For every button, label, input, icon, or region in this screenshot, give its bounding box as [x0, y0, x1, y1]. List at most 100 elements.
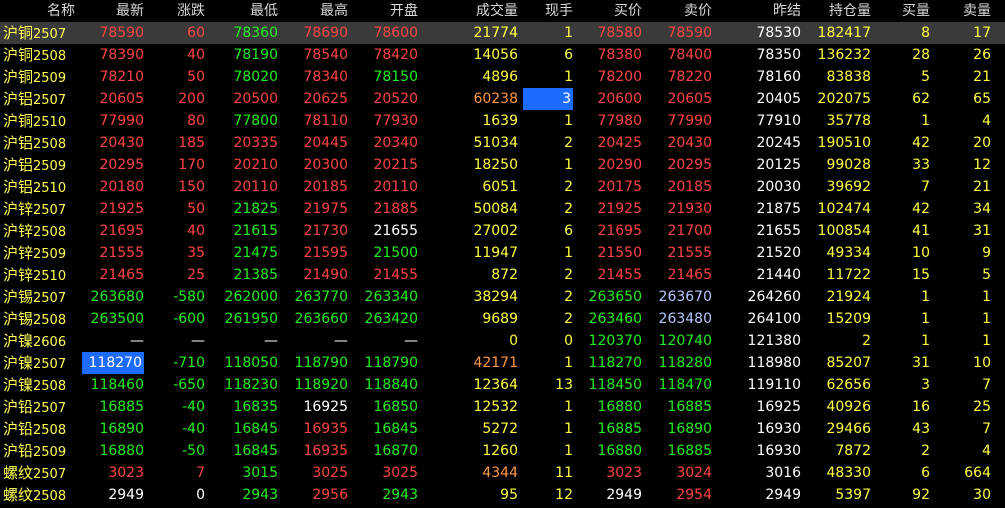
cell-bid: 77980 — [597, 113, 642, 129]
cell-bidvol: 42 — [912, 135, 930, 151]
cell-last: 16885 — [99, 399, 144, 415]
cell-change: -710 — [173, 355, 205, 371]
cell-bidvol: 43 — [912, 421, 930, 437]
cell-bidvol: 28 — [912, 47, 930, 63]
quote-row[interactable]: 沪铝2510 20180 150 20110 20185 20110 6051 2 20175 2… — [0, 176, 1005, 198]
col-ask[interactable]: 卖价 — [647, 0, 712, 22]
quote-row[interactable]: 沪锌2508 21695 40 21615 21730 21655 27002 6 21695 2… — [0, 220, 1005, 242]
instrument-name: 沪铝2508 — [3, 132, 79, 154]
quote-row[interactable]: 沪铝2509 20295 170 20210 20300 20215 18250 1 20290… — [0, 154, 1005, 176]
instrument-name: 沪铝2507 — [3, 88, 79, 110]
cell-oi: 99028 — [826, 157, 871, 173]
cell-change: 7 — [196, 465, 205, 481]
cell-high: 118790 — [294, 355, 348, 371]
quote-row[interactable]: 沪铅2509 16880 -50 16845 16935 16870 1260 1 16880 1… — [0, 440, 1005, 462]
quote-row[interactable]: 沪铅2507 16885 -40 16835 16925 16850 12532 1 16880… — [0, 396, 1005, 418]
cell-settle: 20405 — [756, 91, 801, 107]
cell-askvol: 12 — [973, 157, 991, 173]
col-open[interactable]: 开盘 — [350, 0, 418, 22]
cell-settle: 78530 — [756, 25, 801, 41]
instrument-name: 沪铜2510 — [3, 110, 79, 132]
cell-hand: 1 — [564, 113, 573, 129]
instrument-name: 螺纹2508 — [3, 484, 79, 506]
quote-row[interactable]: 沪铜2510 77990 80 77800 78110 77930 1639 1 77980 77… — [0, 110, 1005, 132]
col-name[interactable]: 名称 — [3, 0, 75, 22]
quote-row[interactable]: 螺纹2508 2949 0 2943 2956 2943 95 12 2949 2954 2949 5… — [0, 484, 1005, 506]
cell-oi: 49334 — [826, 245, 871, 261]
cell-low: 21825 — [233, 201, 278, 217]
col-settle[interactable]: 昨结 — [733, 0, 801, 22]
cell-ask: 21555 — [667, 245, 712, 261]
cell-bidvol: 1 — [921, 333, 930, 349]
col-last[interactable]: 最新 — [82, 0, 144, 22]
quote-row[interactable]: 螺纹2507 3023 7 3015 3025 3025 4344 11 3023 3024 301… — [0, 462, 1005, 484]
instrument-name: 沪铅2508 — [3, 418, 79, 440]
instrument-code: 2508 — [33, 423, 67, 438]
cell-oi: 7872 — [835, 443, 871, 459]
cell-oi: 182417 — [817, 25, 871, 41]
col-hand[interactable]: 现手 — [523, 0, 573, 22]
cell-low: 16835 — [233, 399, 278, 415]
quote-row[interactable]: 沪铜2509 78210 50 78020 78340 78150 4896 1 78200 78… — [0, 66, 1005, 88]
cell-last: 20430 — [99, 135, 144, 151]
col-bid[interactable]: 买价 — [578, 0, 642, 22]
cell-askvol: 4 — [982, 113, 991, 129]
cell-volume: 6051 — [482, 179, 518, 195]
cell-last: 21465 — [99, 267, 144, 283]
col-oi[interactable]: 持仓量 — [803, 0, 871, 22]
cell-askvol: 664 — [964, 465, 991, 481]
cell-low: 21385 — [233, 267, 278, 283]
col-volume[interactable]: 成交量 — [448, 0, 518, 22]
quote-row[interactable]: 沪铅2508 16890 -40 16845 16935 16845 5272 1 16885 1… — [0, 418, 1005, 440]
cell-open: 118840 — [364, 377, 418, 393]
instrument-cn: 沪锌 — [3, 200, 34, 218]
col-high[interactable]: 最高 — [283, 0, 348, 22]
cell-askvol: 34 — [973, 201, 991, 217]
cell-bid: 78380 — [597, 47, 642, 63]
quote-row[interactable]: 沪锡2508 263500 -600 261950 263660 263420 9689 2 2… — [0, 308, 1005, 330]
quote-row[interactable]: 沪锌2507 21925 50 21825 21975 21885 50084 2 21925 2… — [0, 198, 1005, 220]
cell-hand: 0 — [564, 333, 573, 349]
cell-askvol: 5 — [982, 267, 991, 283]
quote-row[interactable]: 沪镍2507 118270 -710 118050 118790 118790 42171 1… — [0, 352, 1005, 374]
quote-row[interactable]: 沪镍2606 — — — — — 0 0 120370 120740 121380 2 1 1 — [0, 330, 1005, 352]
quote-row[interactable]: 沪锡2507 263680 -580 262000 263770 263340 38294 2… — [0, 286, 1005, 308]
cell-bidvol: 62 — [912, 91, 930, 107]
quote-row[interactable]: 沪铜2508 78390 40 78190 78540 78420 14056 6 78380 7… — [0, 44, 1005, 66]
cell-last: 77990 — [99, 113, 144, 129]
col-change[interactable]: 涨跌 — [150, 0, 205, 22]
cell-open: 21455 — [373, 267, 418, 283]
instrument-name: 沪锌2508 — [3, 220, 79, 242]
cell-askvol: 1 — [982, 333, 991, 349]
quote-row[interactable]: 沪铜2507 78590 60 78360 78690 78600 21774 1 78580 7… — [0, 22, 1005, 44]
cell-bid: 16880 — [597, 399, 642, 415]
cell-volume: 872 — [491, 267, 518, 283]
col-askvol[interactable]: 卖量 — [937, 0, 991, 22]
cell-open: 20110 — [373, 179, 418, 195]
cell-high: 16925 — [303, 399, 348, 415]
col-bidvol[interactable]: 买量 — [878, 0, 930, 22]
cell-high: 263770 — [294, 289, 348, 305]
cell-volume: 51034 — [473, 135, 518, 151]
cell-bidvol: 10 — [912, 245, 930, 261]
cell-hand: 2 — [564, 267, 573, 283]
quote-row[interactable]: 沪铝2508 20430 185 20335 20445 20340 51034 2 20425… — [0, 132, 1005, 154]
quote-row[interactable]: 沪镍2508 118460 -650 118230 118920 118840 12364 1… — [0, 374, 1005, 396]
instrument-name: 沪锡2508 — [3, 308, 79, 330]
instrument-code: 2509 — [33, 247, 67, 262]
cell-oi: 35778 — [826, 113, 871, 129]
cell-open: 20215 — [373, 157, 418, 173]
cell-bid: 78580 — [597, 25, 642, 41]
cell-last: 263680 — [90, 289, 144, 305]
cell-change: 35 — [187, 245, 205, 261]
cell-bidvol: 2 — [921, 443, 930, 459]
cell-low: 21615 — [233, 223, 278, 239]
quote-row[interactable]: 沪铝2507 20605 200 20500 20625 20520 60238 3 20600… — [0, 88, 1005, 110]
col-low[interactable]: 最低 — [213, 0, 278, 22]
instrument-code: 2507 — [33, 93, 67, 108]
cell-last: 20295 — [99, 157, 144, 173]
cell-settle: 20125 — [756, 157, 801, 173]
quote-row[interactable]: 沪锌2510 21465 25 21385 21490 21455 872 2 21455 214… — [0, 264, 1005, 286]
cell-hand: 3 — [523, 88, 573, 110]
quote-row[interactable]: 沪锌2509 21555 35 21475 21595 21500 11947 1 21550 2… — [0, 242, 1005, 264]
